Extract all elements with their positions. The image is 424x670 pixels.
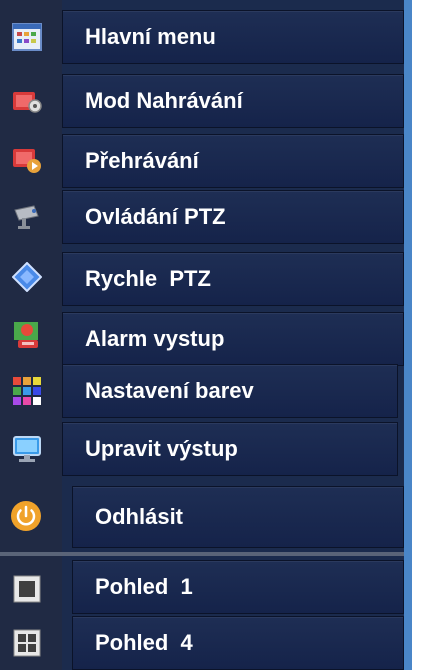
menu-item-record-mode[interactable]: Mod Nahrávání: [0, 74, 404, 128]
menu-right-edge: [404, 0, 412, 670]
playback-icon: [12, 144, 42, 174]
menu-item-playback[interactable]: Přehrávání: [0, 134, 404, 188]
menu-separator: [0, 552, 412, 556]
menu-item-ptz-control[interactable]: Ovládání PTZ: [0, 190, 404, 244]
menu-item-label: Nastavení barev: [85, 378, 254, 403]
record-mode-icon: [12, 86, 42, 116]
view-quad-icon: [12, 628, 42, 658]
menu-item-label: Upravit výstup: [85, 436, 238, 461]
menu-item-box: Alarm vystup: [62, 312, 404, 366]
menu-item-view-1[interactable]: Pohled 1: [0, 560, 404, 614]
menu-item-box: Mod Nahrávání: [62, 74, 404, 128]
alarm-output-icon: [12, 320, 42, 350]
menu-item-color-settings[interactable]: Nastavení barev: [0, 364, 398, 418]
context-menu: Hlavní menu Mod Nahrávání Přehrávání Ovl…: [0, 0, 412, 670]
menu-item-label: Pohled 4: [95, 630, 193, 655]
menu-item-box: Upravit výstup: [62, 422, 398, 476]
color-settings-icon: [12, 376, 42, 406]
menu-item-box: Odhlásit: [72, 486, 404, 548]
menu-item-main-menu[interactable]: Hlavní menu: [0, 10, 404, 64]
menu-item-box: Přehrávání: [62, 134, 404, 188]
menu-item-view-4[interactable]: Pohled 4: [0, 616, 404, 670]
menu-item-label: Ovládání PTZ: [85, 204, 226, 229]
ptz-camera-icon: [12, 202, 42, 232]
menu-item-box: Ovládání PTZ: [62, 190, 404, 244]
menu-item-label: Hlavní menu: [85, 24, 216, 49]
menu-item-logout[interactable]: Odhlásit: [0, 486, 404, 548]
menu-item-box: Rychle PTZ: [62, 252, 404, 306]
quick-ptz-diamond-icon: [11, 261, 43, 293]
menu-item-box: Pohled 4: [72, 616, 404, 670]
menu-item-box: Nastavení barev: [62, 364, 398, 418]
menu-item-label: Přehrávání: [85, 148, 199, 173]
menu-item-alarm-output[interactable]: Alarm vystup: [0, 312, 404, 366]
menu-item-label: Mod Nahrávání: [85, 88, 243, 113]
menu-item-box: Pohled 1: [72, 560, 404, 614]
adjust-output-monitor-icon: [12, 434, 42, 464]
menu-item-label: Pohled 1: [95, 574, 193, 599]
view-single-icon: [12, 574, 42, 604]
menu-item-label: Alarm vystup: [85, 326, 225, 351]
menu-item-adjust-output[interactable]: Upravit výstup: [0, 422, 398, 476]
logout-power-icon: [10, 500, 41, 531]
menu-item-label: Rychle PTZ: [85, 266, 211, 291]
menu-item-label: Odhlásit: [95, 504, 184, 529]
main-menu-grid-icon: [12, 22, 42, 52]
menu-item-box: Hlavní menu: [62, 10, 404, 64]
menu-item-quick-ptz[interactable]: Rychle PTZ: [0, 252, 404, 306]
